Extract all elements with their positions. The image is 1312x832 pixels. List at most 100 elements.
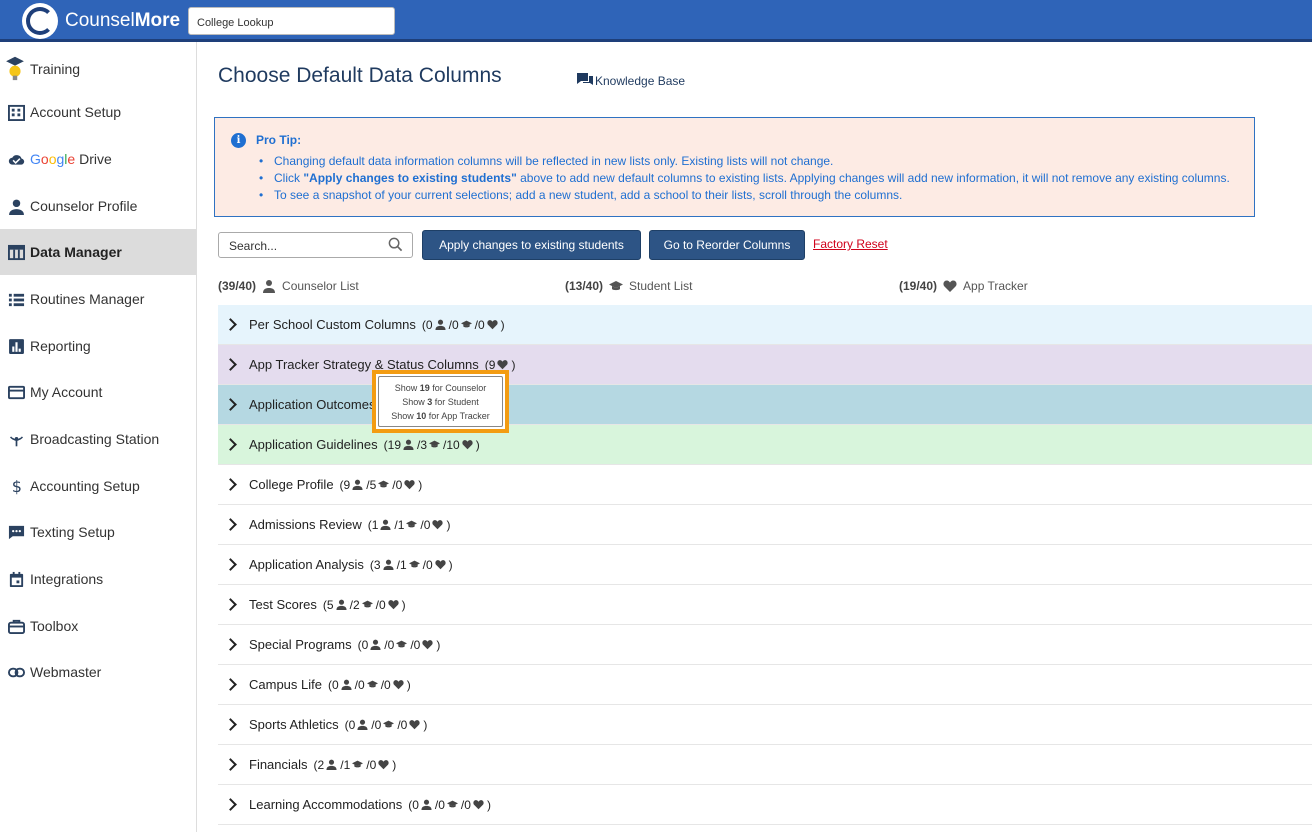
toolbox-icon — [7, 617, 25, 635]
sidebar-item-label: Integrations — [30, 571, 104, 587]
sidebar-item-my-account[interactable]: My Account — [0, 369, 196, 415]
section-label: College Profile — [249, 477, 334, 492]
pro-tip-box: i Pro Tip: Changing default data informa… — [214, 117, 1255, 217]
sidebar-item-counselor-profile[interactable]: Counselor Profile — [0, 183, 196, 229]
graduation-cap-icon — [352, 760, 364, 768]
section-test-scores[interactable]: Test Scores ( 5/ 2/ 0) — [218, 585, 1312, 625]
section-sports-athletics[interactable]: Sports Athletics ( 0/ 0/ 0) — [218, 705, 1312, 745]
tooltip-line: Show 3 for Student — [402, 397, 479, 407]
search-input[interactable]: Search... — [218, 232, 413, 258]
cloud-check-icon — [7, 150, 25, 168]
calendar-icon — [7, 570, 25, 588]
sidebar-item-label: Reporting — [30, 338, 91, 354]
graduation-cap-icon — [361, 600, 373, 608]
section-label: Campus Life — [249, 677, 322, 692]
section-campus-life[interactable]: Campus Life ( 0/ 0/ 0) — [218, 665, 1312, 705]
sidebar-item-label: Toolbox — [30, 618, 79, 634]
section-admissions-review[interactable]: Admissions Review ( 1/ 1/ 0) — [218, 505, 1312, 545]
college-lookup-input[interactable]: College Lookup — [188, 7, 395, 35]
link-icon — [7, 663, 25, 681]
chevron-right-icon — [224, 318, 237, 331]
graduation-cap-icon — [396, 640, 408, 648]
person-icon — [7, 197, 25, 215]
person-icon — [435, 319, 446, 330]
factory-reset-link[interactable]: Factory Reset — [813, 237, 888, 251]
graduation-cap-icon — [460, 320, 472, 328]
section-counts: ( 19/ 3/ 10) — [383, 437, 480, 452]
knowledge-base-link[interactable]: Knowledge Base — [576, 72, 685, 89]
pro-tip-line: Changing default data information column… — [259, 154, 1230, 171]
tooltip-line: Show 19 for Counselor — [394, 383, 487, 393]
column-count-tooltip: Show 19 for Counselor Show 3 for Student… — [372, 370, 509, 433]
heart-icon — [388, 600, 399, 610]
chevron-right-icon — [224, 678, 237, 691]
dollar-icon: $ — [7, 477, 25, 495]
search-icon — [388, 237, 403, 252]
person-icon — [403, 439, 414, 450]
card-icon — [7, 383, 25, 401]
section-learning-accommodations[interactable]: Learning Accommodations ( 0/ 0/ 0) — [218, 785, 1312, 825]
heart-icon — [404, 480, 415, 490]
tooltip-line: Show 10 for App Tracker — [391, 411, 490, 421]
heart-icon — [435, 560, 446, 570]
sidebar-item-texting-setup[interactable]: Texting Setup — [0, 509, 196, 555]
sidebar-item-google-drive[interactable]: Google Drive — [0, 136, 196, 182]
pro-tip-line: Click "Apply changes to existing student… — [259, 171, 1230, 188]
heart-icon — [422, 640, 433, 650]
broadcast-icon — [7, 430, 25, 448]
sidebar-item-reporting[interactable]: Reporting — [0, 323, 196, 369]
sidebar-item-webmaster[interactable]: Webmaster — [0, 649, 196, 695]
person-icon — [370, 639, 381, 650]
section-counts: ( 2/ 1/ 0) — [313, 757, 397, 772]
apply-changes-button[interactable]: Apply changes to existing students — [422, 230, 641, 260]
sidebar-item-broadcasting-station[interactable]: Broadcasting Station — [0, 416, 196, 462]
sidebar-item-toolbox[interactable]: Toolbox — [0, 603, 196, 649]
reorder-columns-button[interactable]: Go to Reorder Columns — [649, 230, 805, 260]
section-counts: ( 1/ 1/ 0) — [367, 517, 451, 532]
graduation-cap-icon — [378, 480, 390, 488]
graduation-cap-icon — [446, 800, 458, 808]
chat-bubbles-icon — [577, 73, 593, 85]
sidebar-item-label: Data Manager — [30, 244, 122, 260]
pro-tip-list: Changing default data information column… — [259, 154, 1230, 205]
sidebar: Training Account Setup Google Drive Counsel… — [0, 42, 197, 832]
section-counts: ( 0/ 0/ 0) — [357, 637, 441, 652]
heart-icon — [409, 720, 420, 730]
section-college-profile[interactable]: College Profile ( 9/ 5/ 0) — [218, 465, 1312, 505]
sidebar-item-label: Account Setup — [30, 104, 122, 120]
section-label: Application Guidelines — [249, 437, 378, 452]
sidebar-item-routines-manager[interactable]: Routines Manager — [0, 276, 196, 322]
person-icon — [380, 519, 391, 530]
sidebar-item-accounting-setup[interactable]: $ Accounting Setup — [0, 463, 196, 509]
chevron-right-icon — [224, 758, 237, 771]
person-icon — [326, 759, 337, 770]
heart-icon — [378, 760, 389, 770]
section-financials[interactable]: Financials ( 2/ 1/ 0) — [218, 745, 1312, 785]
heart-icon — [497, 360, 509, 370]
graduation-bulb-icon — [4, 56, 26, 82]
chevron-right-icon — [224, 518, 237, 531]
sidebar-item-data-manager[interactable]: Data Manager — [0, 229, 196, 275]
section-label: Application Outcomes — [249, 397, 376, 412]
section-label: Admissions Review — [249, 517, 362, 532]
section-label: Test Scores — [249, 597, 317, 612]
section-counts: ( 5/ 2/ 0) — [322, 597, 406, 612]
svg-text:$: $ — [11, 478, 21, 495]
person-icon — [336, 599, 347, 610]
section-per-school-custom-columns[interactable]: Per School Custom Columns ( 0/ 0/ 0) — [218, 305, 1312, 345]
sidebar-item-integrations[interactable]: Integrations — [0, 556, 196, 602]
chevron-right-icon — [224, 398, 237, 411]
info-icon: i — [231, 133, 246, 148]
bar-chart-icon — [7, 337, 25, 355]
section-application-analysis[interactable]: Application Analysis ( 3/ 1/ 0) — [218, 545, 1312, 585]
sidebar-item-label: Training — [30, 61, 81, 77]
sidebar-item-label: Counselor Profile — [30, 198, 138, 214]
section-special-programs[interactable]: Special Programs ( 0/ 0/ 0) — [218, 625, 1312, 665]
sidebar-item-account-setup[interactable]: Account Setup — [0, 89, 196, 135]
counselmore-logo[interactable] — [22, 3, 58, 39]
section-counts: ( 9/ 5/ 0) — [339, 477, 423, 492]
sidebar-item-label: My Account — [30, 384, 103, 400]
brand-name: CounselMore — [65, 10, 181, 31]
sidebar-item-training[interactable]: Training — [0, 47, 196, 91]
section-label: Sports Athletics — [249, 717, 339, 732]
